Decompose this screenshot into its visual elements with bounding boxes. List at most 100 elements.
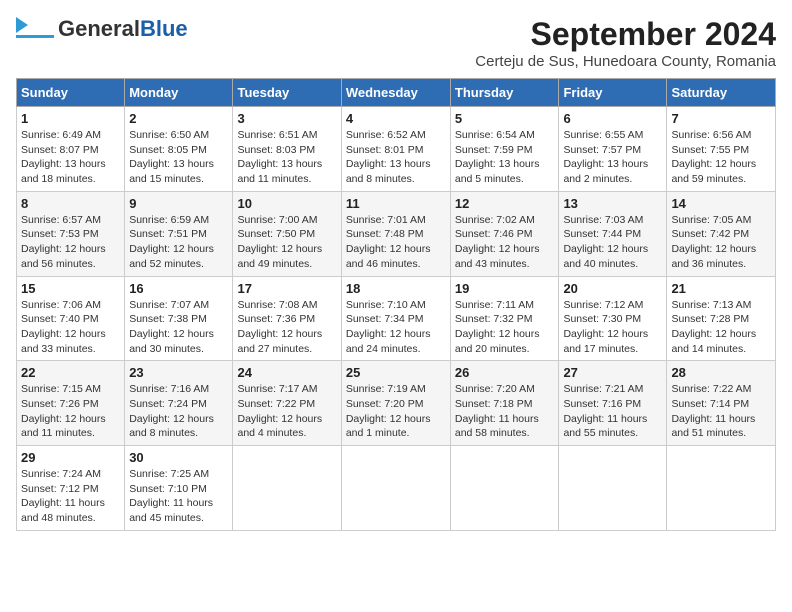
logo-text: GeneralBlue: [58, 16, 188, 42]
day-cell: 2Sunrise: 6:50 AM Sunset: 8:05 PM Daylig…: [125, 107, 233, 192]
day-info: Sunrise: 7:20 AM Sunset: 7:18 PM Dayligh…: [455, 382, 555, 441]
day-info: Sunrise: 7:12 AM Sunset: 7:30 PM Dayligh…: [563, 298, 662, 357]
calendar-subtitle: Certeju de Sus, Hunedoara County, Romani…: [475, 53, 776, 70]
day-info: Sunrise: 6:55 AM Sunset: 7:57 PM Dayligh…: [563, 128, 662, 187]
day-cell: 10 Sunrise: 7:00 AM Sunset: 7:50 PM Dayli…: [233, 191, 341, 276]
day-number: 15: [21, 281, 120, 296]
day-info: Sunrise: 7:22 AM Sunset: 7:14 PM Dayligh…: [671, 382, 771, 441]
day-cell: [667, 446, 776, 531]
day-cell: 5Sunrise: 6:54 AM Sunset: 7:59 PM Daylig…: [450, 107, 559, 192]
day-cell: 24 Sunrise: 7:17 AM Sunset: 7:22 PM Dayli…: [233, 361, 341, 446]
header-friday: Friday: [559, 79, 667, 107]
header-monday: Monday: [125, 79, 233, 107]
logo-blue: Blue: [140, 16, 188, 41]
day-info: Sunrise: 7:21 AM Sunset: 7:16 PM Dayligh…: [563, 382, 662, 441]
day-info: Sunrise: 7:13 AM Sunset: 7:28 PM Dayligh…: [671, 298, 771, 357]
title-block: September 2024 Certeju de Sus, Hunedoara…: [475, 16, 776, 70]
day-cell: 13 Sunrise: 7:03 AM Sunset: 7:44 PM Dayli…: [559, 191, 667, 276]
day-cell: 27 Sunrise: 7:21 AM Sunset: 7:16 PM Dayli…: [559, 361, 667, 446]
calendar-header: SundayMondayTuesdayWednesdayThursdayFrid…: [17, 79, 776, 107]
header-thursday: Thursday: [450, 79, 559, 107]
day-cell: [341, 446, 450, 531]
day-cell: 16Sunrise: 7:07 AM Sunset: 7:38 PM Dayli…: [125, 276, 233, 361]
calendar-table: SundayMondayTuesdayWednesdayThursdayFrid…: [16, 78, 776, 531]
day-cell: 8 Sunrise: 6:57 AM Sunset: 7:53 PM Daylig…: [17, 191, 125, 276]
day-cell: 28Sunrise: 7:22 AM Sunset: 7:14 PM Dayli…: [667, 361, 776, 446]
day-info: Sunrise: 7:07 AM Sunset: 7:38 PM Dayligh…: [129, 298, 228, 357]
day-info: Sunrise: 7:10 AM Sunset: 7:34 PM Dayligh…: [346, 298, 446, 357]
header-saturday: Saturday: [667, 79, 776, 107]
day-cell: 18 Sunrise: 7:10 AM Sunset: 7:34 PM Dayli…: [341, 276, 450, 361]
day-cell: 22 Sunrise: 7:15 AM Sunset: 7:26 PM Dayli…: [17, 361, 125, 446]
day-cell: 17Sunrise: 7:08 AM Sunset: 7:36 PM Dayli…: [233, 276, 341, 361]
day-cell: 1 Sunrise: 6:49 AM Sunset: 8:07 PM Daylig…: [17, 107, 125, 192]
day-number: 8: [21, 196, 120, 211]
header-sunday: Sunday: [17, 79, 125, 107]
day-number: 24: [237, 365, 336, 380]
day-info: Sunrise: 7:05 AM Sunset: 7:42 PM Dayligh…: [671, 213, 771, 272]
logo-icon: [16, 21, 54, 38]
week-row-4: 29Sunrise: 7:24 AM Sunset: 7:12 PM Dayli…: [17, 446, 776, 531]
day-info: Sunrise: 6:51 AM Sunset: 8:03 PM Dayligh…: [237, 128, 336, 187]
day-number: 19: [455, 281, 555, 296]
day-info: Sunrise: 7:25 AM Sunset: 7:10 PM Dayligh…: [129, 467, 228, 526]
day-number: 22: [21, 365, 120, 380]
day-number: 18: [346, 281, 446, 296]
logo: GeneralBlue: [16, 16, 188, 42]
week-row-1: 8 Sunrise: 6:57 AM Sunset: 7:53 PM Daylig…: [17, 191, 776, 276]
day-info: Sunrise: 6:52 AM Sunset: 8:01 PM Dayligh…: [346, 128, 446, 187]
day-number: 17: [237, 281, 336, 296]
day-number: 12: [455, 196, 555, 211]
day-number: 27: [563, 365, 662, 380]
calendar-title: September 2024: [475, 16, 776, 53]
day-cell: 3 Sunrise: 6:51 AM Sunset: 8:03 PM Daylig…: [233, 107, 341, 192]
day-info: Sunrise: 7:24 AM Sunset: 7:12 PM Dayligh…: [21, 467, 120, 526]
day-number: 4: [346, 111, 446, 126]
logo-bar: [16, 35, 54, 38]
day-info: Sunrise: 7:15 AM Sunset: 7:26 PM Dayligh…: [21, 382, 120, 441]
day-info: Sunrise: 7:16 AM Sunset: 7:24 PM Dayligh…: [129, 382, 228, 441]
day-cell: 19 Sunrise: 7:11 AM Sunset: 7:32 PM Dayli…: [450, 276, 559, 361]
day-info: Sunrise: 6:50 AM Sunset: 8:05 PM Dayligh…: [129, 128, 228, 187]
header-row: SundayMondayTuesdayWednesdayThursdayFrid…: [17, 79, 776, 107]
day-cell: 12 Sunrise: 7:02 AM Sunset: 7:46 PM Dayli…: [450, 191, 559, 276]
week-row-0: 1 Sunrise: 6:49 AM Sunset: 8:07 PM Daylig…: [17, 107, 776, 192]
day-info: Sunrise: 7:03 AM Sunset: 7:44 PM Dayligh…: [563, 213, 662, 272]
day-number: 14: [671, 196, 771, 211]
day-cell: 6 Sunrise: 6:55 AM Sunset: 7:57 PM Daylig…: [559, 107, 667, 192]
day-number: 10: [237, 196, 336, 211]
day-cell: 21 Sunrise: 7:13 AM Sunset: 7:28 PM Dayli…: [667, 276, 776, 361]
day-cell: 25 Sunrise: 7:19 AM Sunset: 7:20 PM Dayli…: [341, 361, 450, 446]
day-cell: 15 Sunrise: 7:06 AM Sunset: 7:40 PM Dayli…: [17, 276, 125, 361]
day-info: Sunrise: 7:19 AM Sunset: 7:20 PM Dayligh…: [346, 382, 446, 441]
day-number: 26: [455, 365, 555, 380]
day-info: Sunrise: 6:56 AM Sunset: 7:55 PM Dayligh…: [671, 128, 771, 187]
day-number: 21: [671, 281, 771, 296]
day-cell: 11Sunrise: 7:01 AM Sunset: 7:48 PM Dayli…: [341, 191, 450, 276]
day-info: Sunrise: 7:11 AM Sunset: 7:32 PM Dayligh…: [455, 298, 555, 357]
day-number: 1: [21, 111, 120, 126]
day-cell: 20 Sunrise: 7:12 AM Sunset: 7:30 PM Dayli…: [559, 276, 667, 361]
day-number: 20: [563, 281, 662, 296]
day-info: Sunrise: 7:02 AM Sunset: 7:46 PM Dayligh…: [455, 213, 555, 272]
day-number: 13: [563, 196, 662, 211]
day-number: 3: [237, 111, 336, 126]
day-info: Sunrise: 6:57 AM Sunset: 7:53 PM Dayligh…: [21, 213, 120, 272]
day-number: 23: [129, 365, 228, 380]
day-info: Sunrise: 6:49 AM Sunset: 8:07 PM Dayligh…: [21, 128, 120, 187]
header-wednesday: Wednesday: [341, 79, 450, 107]
page-header: GeneralBlue September 2024 Certeju de Su…: [16, 16, 776, 70]
day-info: Sunrise: 7:17 AM Sunset: 7:22 PM Dayligh…: [237, 382, 336, 441]
day-info: Sunrise: 7:00 AM Sunset: 7:50 PM Dayligh…: [237, 213, 336, 272]
day-number: 9: [129, 196, 228, 211]
day-cell: 14 Sunrise: 7:05 AM Sunset: 7:42 PM Dayli…: [667, 191, 776, 276]
week-row-3: 22 Sunrise: 7:15 AM Sunset: 7:26 PM Dayli…: [17, 361, 776, 446]
day-number: 6: [563, 111, 662, 126]
day-number: 7: [671, 111, 771, 126]
day-number: 25: [346, 365, 446, 380]
logo-arrow: [16, 17, 28, 33]
day-cell: 26 Sunrise: 7:20 AM Sunset: 7:18 PM Dayli…: [450, 361, 559, 446]
week-row-2: 15 Sunrise: 7:06 AM Sunset: 7:40 PM Dayli…: [17, 276, 776, 361]
day-info: Sunrise: 7:06 AM Sunset: 7:40 PM Dayligh…: [21, 298, 120, 357]
day-cell: [559, 446, 667, 531]
